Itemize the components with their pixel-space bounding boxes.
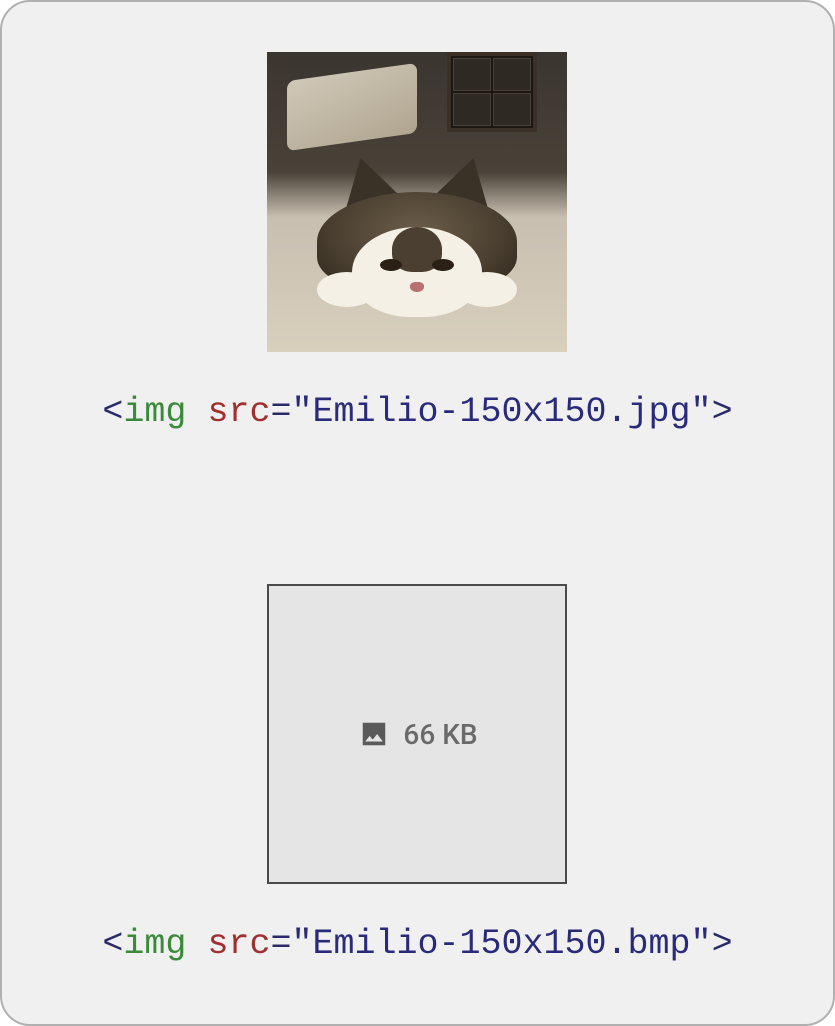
placeholder-box: 66 KB: [267, 584, 567, 884]
example-jpg: <img src="Emilio-150x150.jpg">: [102, 52, 732, 432]
code-attr: src: [207, 392, 270, 432]
code-bmp: <img src="Emilio-150x150.bmp">: [102, 924, 732, 964]
code-close-bracket: >: [712, 924, 733, 964]
code-close-bracket: >: [712, 392, 733, 432]
photo-window: [447, 52, 537, 132]
code-tag: img: [123, 392, 186, 432]
code-equals: =: [270, 392, 291, 432]
example-card: <img src="Emilio-150x150.jpg"> 66 KB <im…: [0, 0, 835, 1026]
code-string: "Emilio-150x150.bmp": [291, 924, 711, 964]
code-tag: img: [123, 924, 186, 964]
code-string: "Emilio-150x150.jpg": [291, 392, 711, 432]
code-jpg: <img src="Emilio-150x150.jpg">: [102, 392, 732, 432]
photo-furniture: [287, 63, 417, 151]
code-attr: src: [207, 924, 270, 964]
code-equals: =: [270, 924, 291, 964]
example-bmp: 66 KB <img src="Emilio-150x150.bmp">: [102, 584, 732, 964]
code-open-bracket: <: [102, 392, 123, 432]
placeholder-size-label: 66 KB: [403, 718, 477, 751]
code-open-bracket: <: [102, 924, 123, 964]
image-icon: [357, 719, 391, 749]
cat-photo: [267, 52, 567, 352]
photo-cat: [297, 182, 537, 322]
